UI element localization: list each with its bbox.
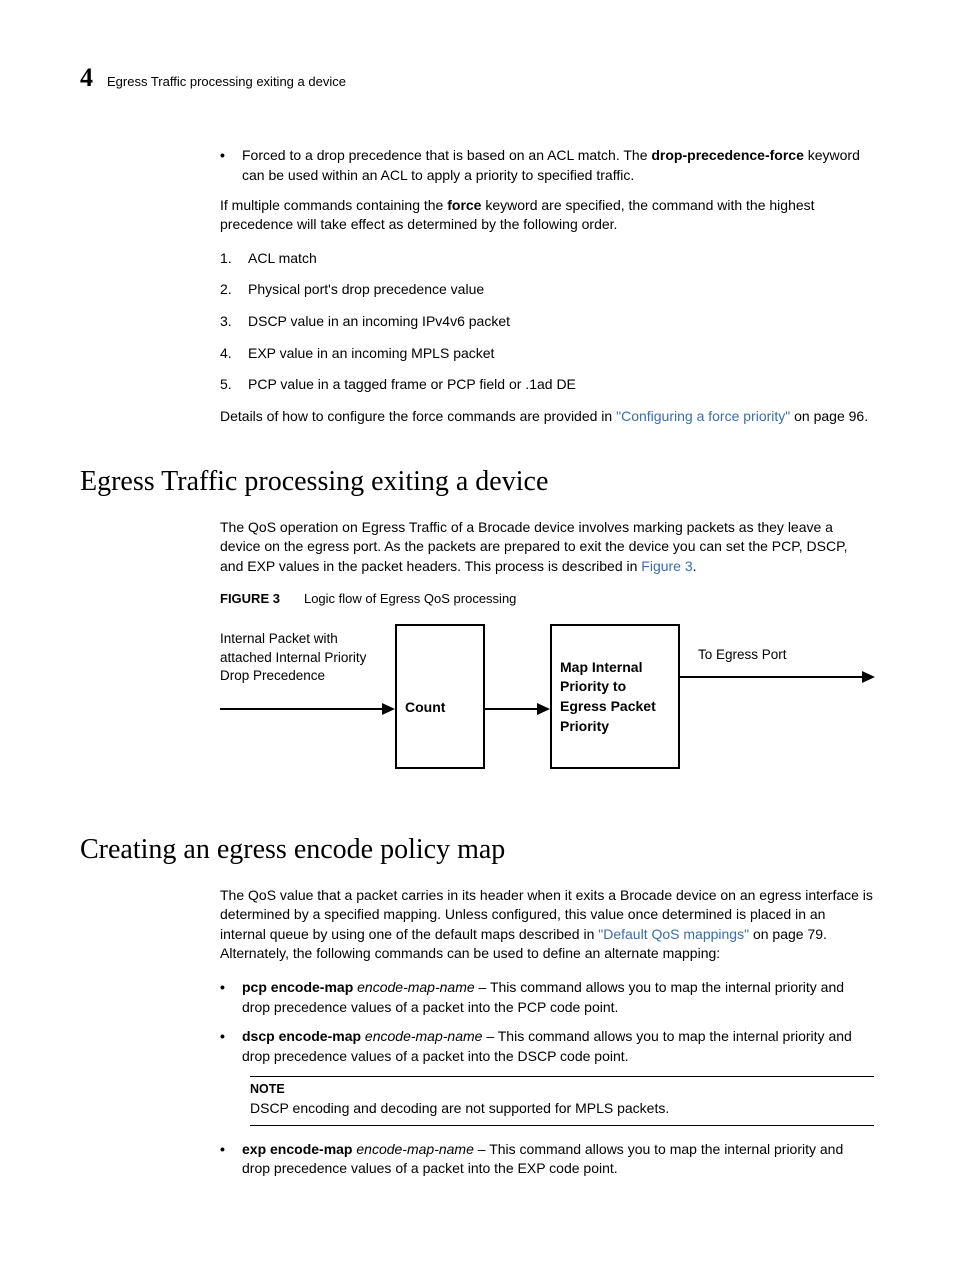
figure-title: Logic flow of Egress QoS processing bbox=[304, 591, 516, 606]
text-fragment: . bbox=[693, 558, 697, 574]
section-heading-encode-policy: Creating an egress encode policy map bbox=[80, 830, 874, 869]
arrow-icon bbox=[485, 702, 550, 716]
text-fragment: The QoS operation on Egress Traffic of a… bbox=[220, 519, 848, 574]
diagram-box-label: Map Internal Priority to Egress Packet P… bbox=[560, 658, 670, 736]
command-name: exp encode-map bbox=[242, 1141, 352, 1157]
cross-reference-link[interactable]: "Default QoS mappings" bbox=[598, 926, 749, 942]
diagram-box-count: Count bbox=[395, 624, 485, 769]
diagram-box-map: Map Internal Priority to Egress Packet P… bbox=[550, 624, 680, 769]
figure-reference-link[interactable]: Figure 3 bbox=[641, 558, 692, 574]
bullet-text: exp encode-map encode-map-name – This co… bbox=[242, 1140, 874, 1179]
bullet-dot-icon: • bbox=[220, 1140, 230, 1179]
text-fragment: If multiple commands containing the bbox=[220, 197, 447, 213]
command-name: pcp encode-map bbox=[242, 979, 353, 995]
bullet-item: • Forced to a drop precedence that is ba… bbox=[220, 146, 874, 185]
bullet-text: Forced to a drop precedence that is base… bbox=[242, 146, 874, 185]
text-fragment: Forced to a drop precedence that is base… bbox=[242, 147, 651, 163]
ordered-item: 5. PCP value in a tagged frame or PCP fie… bbox=[220, 375, 874, 395]
text-fragment: on page 96. bbox=[790, 408, 868, 424]
list-number: 1. bbox=[220, 249, 238, 269]
bold-keyword: force bbox=[447, 197, 481, 213]
content-block-1: • Forced to a drop precedence that is ba… bbox=[220, 146, 874, 426]
command-arg: encode-map-name bbox=[352, 1141, 473, 1157]
ordered-item: 4. EXP value in an incoming MPLS packet bbox=[220, 344, 874, 364]
list-number: 2. bbox=[220, 280, 238, 300]
diagram-output-label: To Egress Port bbox=[698, 646, 787, 664]
list-number: 3. bbox=[220, 312, 238, 332]
page-header: 4 Egress Traffic processing exiting a de… bbox=[80, 60, 874, 96]
figure-label: FIGURE 3 bbox=[220, 591, 280, 606]
paragraph: The QoS value that a packet carries in i… bbox=[220, 886, 874, 964]
note-text: DSCP encoding and decoding are not suppo… bbox=[250, 1099, 874, 1119]
bullet-dot-icon: • bbox=[220, 146, 230, 185]
list-text: EXP value in an incoming MPLS packet bbox=[248, 344, 494, 364]
note-box: NOTE DSCP encoding and decoding are not … bbox=[250, 1076, 874, 1125]
paragraph: The QoS operation on Egress Traffic of a… bbox=[220, 518, 874, 577]
list-text: DSCP value in an incoming IPv4v6 packet bbox=[248, 312, 510, 332]
ordered-item: 3. DSCP value in an incoming IPv4v6 packe… bbox=[220, 312, 874, 332]
list-text: PCP value in a tagged frame or PCP field… bbox=[248, 375, 576, 395]
list-text: Physical port's drop precedence value bbox=[248, 280, 484, 300]
section-heading-egress-traffic: Egress Traffic processing exiting a devi… bbox=[80, 462, 874, 501]
diagram-input-label: Internal Packet with attached Internal P… bbox=[220, 630, 390, 685]
diagram-box-label: Count bbox=[405, 698, 445, 718]
list-number: 4. bbox=[220, 344, 238, 364]
flow-diagram: Internal Packet with attached Internal P… bbox=[220, 624, 874, 794]
list-text: ACL match bbox=[248, 249, 317, 269]
command-name: dscp encode-map bbox=[242, 1028, 361, 1044]
cross-reference-link[interactable]: "Configuring a force priority" bbox=[616, 408, 790, 424]
figure-caption: FIGURE 3 Logic flow of Egress QoS process… bbox=[220, 590, 874, 608]
bullet-dot-icon: • bbox=[220, 978, 230, 1017]
bullet-item: • dscp encode-map encode-map-name – This… bbox=[220, 1027, 874, 1066]
chapter-number: 4 bbox=[80, 60, 93, 96]
paragraph: Details of how to configure the force co… bbox=[220, 407, 874, 427]
bold-keyword: drop-precedence-force bbox=[651, 147, 803, 163]
arrow-icon bbox=[220, 702, 395, 716]
bullet-text: dscp encode-map encode-map-name – This c… bbox=[242, 1027, 874, 1066]
paragraph: If multiple commands containing the forc… bbox=[220, 196, 874, 235]
note-label: NOTE bbox=[250, 1081, 874, 1099]
command-arg: encode-map-name bbox=[353, 979, 474, 995]
text-fragment: Details of how to configure the force co… bbox=[220, 408, 616, 424]
header-title: Egress Traffic processing exiting a devi… bbox=[107, 73, 346, 91]
bullet-item: • exp encode-map encode-map-name – This … bbox=[220, 1140, 874, 1179]
list-number: 5. bbox=[220, 375, 238, 395]
content-block-2: The QoS operation on Egress Traffic of a… bbox=[220, 518, 874, 795]
ordered-item: 1. ACL match bbox=[220, 249, 874, 269]
bullet-item: • pcp encode-map encode-map-name – This … bbox=[220, 978, 874, 1017]
arrow-icon bbox=[680, 670, 875, 684]
content-block-3: The QoS value that a packet carries in i… bbox=[220, 886, 874, 1179]
ordered-item: 2. Physical port's drop precedence value bbox=[220, 280, 874, 300]
command-arg: encode-map-name bbox=[361, 1028, 482, 1044]
bullet-dot-icon: • bbox=[220, 1027, 230, 1066]
bullet-text: pcp encode-map encode-map-name – This co… bbox=[242, 978, 874, 1017]
